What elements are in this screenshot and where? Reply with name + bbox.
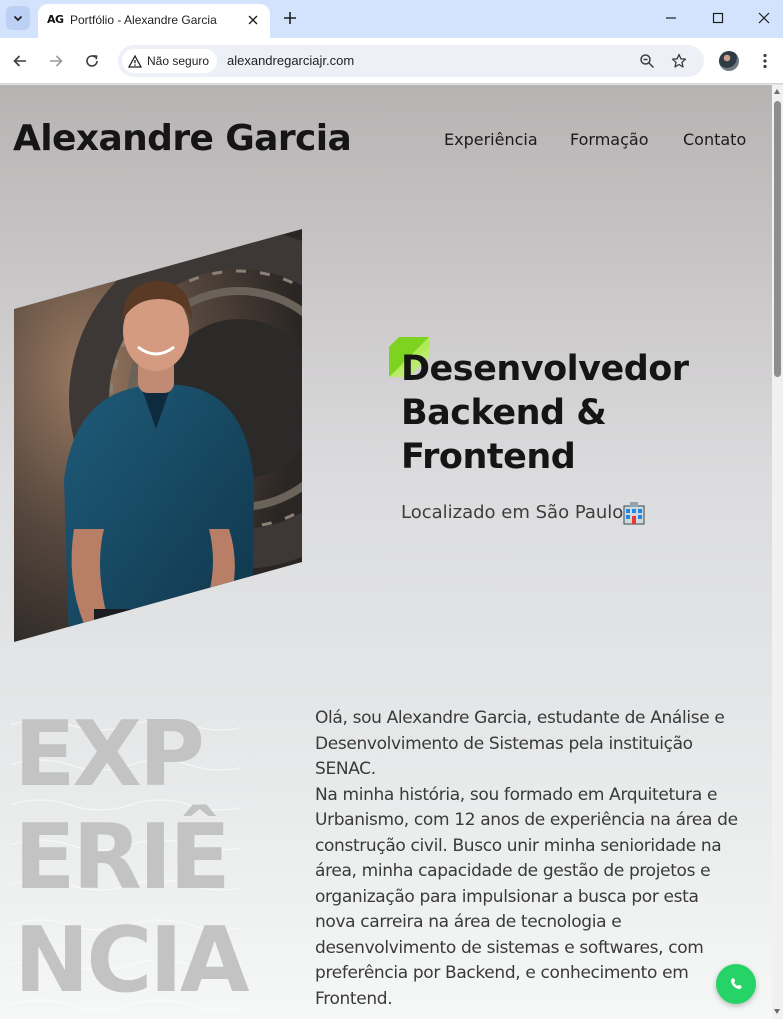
close-icon [758, 12, 770, 24]
hero-headline-line: Backend & [401, 393, 607, 433]
whatsapp-icon [730, 978, 742, 990]
tab-close-button[interactable] [244, 11, 262, 29]
address-bar[interactable]: Não seguro alexandregarciajr.com [118, 45, 704, 77]
page-viewport: Alexandre Garcia Experiência Formação Co… [0, 85, 772, 1019]
tab-list-button[interactable] [6, 6, 30, 30]
back-button[interactable] [8, 49, 32, 73]
security-label: Não seguro [147, 54, 210, 68]
nav-link-experiencia[interactable]: Experiência [444, 130, 538, 149]
maximize-icon [712, 12, 724, 24]
profile-avatar[interactable] [719, 51, 739, 71]
browser-menu-button[interactable] [755, 51, 775, 71]
about-line: construção civil. Busco unir minha senio… [315, 835, 722, 856]
about-line: SENAC. [315, 759, 376, 779]
security-chip[interactable]: Não seguro [122, 49, 218, 73]
about-line: Desenvolvimento de Sistemas pela institu… [315, 733, 693, 754]
hero-headline-line: Desenvolvedor [401, 349, 689, 389]
about-line: Frontend. [315, 988, 393, 1009]
hero-location: Localizado em São Paulo [401, 502, 624, 523]
about-line: área, minha capacidade de gestão de proj… [315, 861, 711, 881]
city-icon [623, 502, 645, 525]
minimize-icon [666, 17, 676, 19]
window-close-button[interactable] [750, 6, 778, 30]
about-text: Olá, sou Alexandre Garcia, estudante de … [315, 706, 763, 1012]
zoom-button[interactable] [637, 51, 657, 71]
page-scrollbar[interactable] [772, 85, 783, 1019]
scroll-down-arrow[interactable] [774, 1009, 780, 1014]
about-line: preferência por Backend, e conhecimento … [315, 963, 689, 983]
new-tab-button[interactable] [280, 8, 300, 28]
browser-tab-bar: AG Portfólio - Alexandre Garcia [0, 0, 783, 38]
arrow-left-icon [13, 55, 26, 67]
hero-headline: Desenvolvedor Backend & Frontend [401, 347, 751, 479]
about-line: Olá, sou Alexandre Garcia, estudante de … [315, 708, 725, 728]
scroll-thumb[interactable] [774, 101, 781, 377]
site-logo[interactable]: Alexandre Garcia [13, 118, 352, 159]
browser-toolbar: Não seguro alexandregarciajr.com [0, 38, 783, 84]
bookmark-button[interactable] [669, 51, 689, 71]
maximize-button[interactable] [704, 6, 732, 30]
close-icon [248, 15, 258, 25]
star-icon [671, 53, 687, 68]
tab-title: Portfólio - Alexandre Garcia [70, 13, 217, 27]
hero-headline-line: Frontend [401, 437, 576, 477]
url-text[interactable]: alexandregarciajr.com [227, 53, 354, 68]
tab-favicon: AG [47, 13, 64, 26]
about-line: desenvolvimento de sistemas e softwares,… [315, 937, 704, 958]
reload-icon [86, 55, 98, 67]
about-line: Na minha história, sou formado em Arquit… [315, 784, 718, 805]
zoom-icon [640, 54, 655, 69]
reload-button[interactable] [80, 49, 104, 73]
arrow-right-icon [50, 55, 63, 67]
whatsapp-button[interactable] [716, 964, 756, 1004]
about-line: Urbanismo, com 12 anos de experiência na… [315, 810, 738, 830]
minimize-button[interactable] [657, 6, 685, 30]
more-vert-icon [763, 53, 767, 69]
chevron-down-icon [13, 15, 23, 22]
nav-link-formacao[interactable]: Formação [570, 130, 649, 149]
section-title-line: ERIÊ [14, 805, 231, 910]
about-line: nova carreira na área de tecnologia e [315, 912, 622, 932]
forward-button[interactable] [44, 49, 68, 73]
profile-photo [14, 229, 302, 642]
scroll-up-arrow[interactable] [774, 89, 780, 94]
browser-tab[interactable]: AG Portfólio - Alexandre Garcia [38, 4, 270, 38]
section-title-line: EXP [14, 702, 205, 807]
nav-link-contato[interactable]: Contato [683, 130, 746, 149]
about-line: organização para impulsionar a busca por… [315, 886, 699, 907]
warning-icon [128, 54, 142, 68]
section-title-line: NCIA [14, 908, 250, 1013]
section-title-experiencia: EXP ERIÊ NCIA [14, 703, 304, 1012]
plus-icon [284, 12, 296, 24]
